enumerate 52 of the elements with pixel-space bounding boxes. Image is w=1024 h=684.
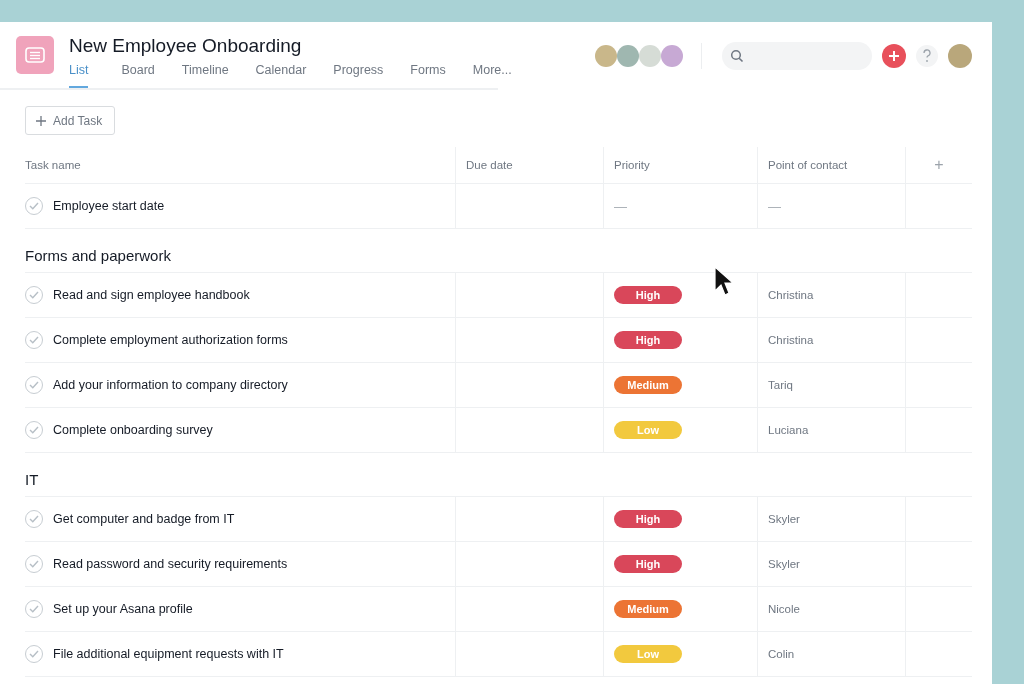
empty-value: —: [614, 198, 627, 214]
plus-icon: [36, 115, 46, 126]
priority-tag: Medium: [614, 376, 682, 394]
search-icon: [730, 49, 744, 63]
empty-value: —: [768, 198, 781, 214]
priority-tag: High: [614, 331, 682, 349]
priority-tag: High: [614, 510, 682, 528]
tab[interactable]: Board: [109, 63, 167, 88]
task-name[interactable]: Read and sign employee handbook: [53, 288, 250, 302]
column-header: Due date: [456, 147, 604, 183]
tab[interactable]: More...: [460, 63, 524, 88]
contact-name: Tariq: [768, 379, 793, 391]
project-icon: [16, 36, 54, 74]
contact-name: Colin: [768, 648, 795, 660]
contact-name: Skyler: [768, 558, 800, 570]
task-name[interactable]: Read password and security requirements: [53, 557, 288, 571]
contact-name: Christina: [768, 289, 814, 301]
contact-name: Luciana: [768, 424, 809, 436]
project-title: New Employee Onboarding: [69, 34, 303, 58]
member-avatar[interactable]: [595, 45, 617, 67]
priority-tag: Low: [614, 421, 682, 439]
add-icon[interactable]: [882, 44, 906, 68]
section-title: IT: [25, 453, 972, 497]
priority-tag: Low: [614, 645, 682, 663]
contact-name: Christina: [768, 334, 814, 346]
priority-tag: High: [614, 555, 682, 573]
member-avatar[interactable]: [617, 45, 639, 67]
task-name[interactable]: Employee start date: [53, 199, 165, 213]
add-task-button[interactable]: Add Task: [25, 106, 116, 135]
column-header: Priority: [604, 147, 758, 183]
section-title: Forms and paperwork: [25, 229, 972, 273]
contact-name: Skyler: [768, 513, 800, 525]
tab[interactable]: Forms: [398, 63, 458, 88]
member-avatar[interactable]: [661, 45, 683, 67]
column-header: Point of contact: [758, 147, 906, 183]
task-name[interactable]: Add your information to company directory: [53, 378, 288, 392]
task-name[interactable]: Set up your Asana profile: [53, 602, 193, 616]
tab[interactable]: Timeline: [169, 63, 241, 88]
user-avatar[interactable]: [948, 44, 972, 68]
task-name[interactable]: Complete employment authorization forms: [53, 333, 288, 347]
search-field[interactable]: [722, 42, 872, 70]
help-icon[interactable]: [916, 45, 938, 67]
tab[interactable]: Calendar: [243, 63, 319, 88]
priority-tag: Medium: [614, 600, 682, 618]
task-name[interactable]: Get computer and badge from IT: [53, 512, 235, 526]
task-name[interactable]: Complete onboarding survey: [53, 423, 213, 437]
member-avatar[interactable]: [639, 45, 661, 67]
contact-name: Nicole: [768, 603, 800, 615]
column-header: Task name: [25, 147, 456, 183]
priority-tag: High: [614, 286, 682, 304]
task-name[interactable]: File additional equipment requests with IT: [53, 647, 284, 661]
tab[interactable]: Progress: [321, 63, 396, 88]
